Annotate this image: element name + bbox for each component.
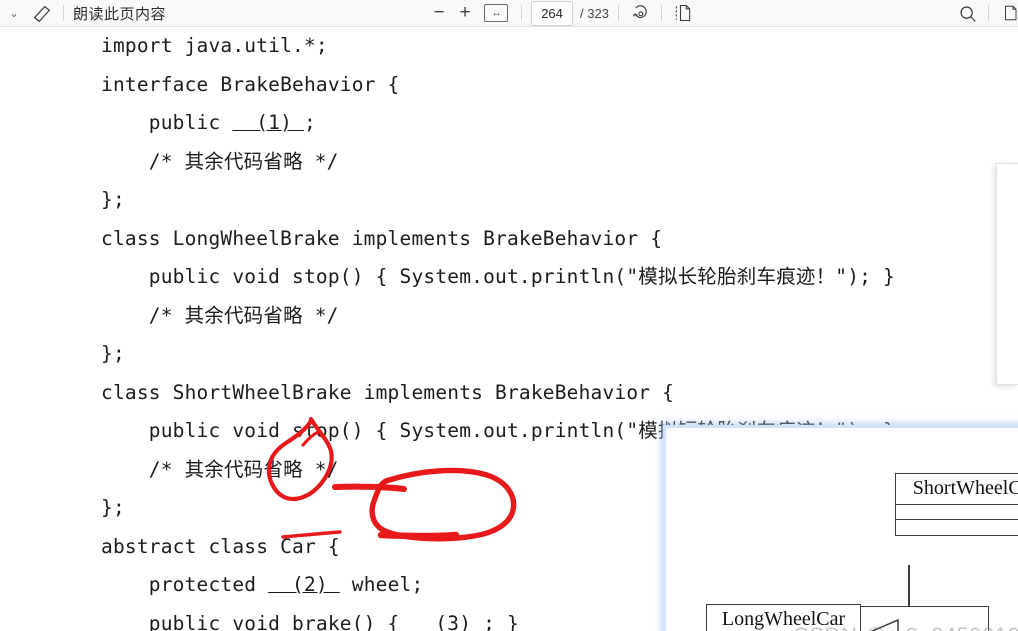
pen-highlighter-icon[interactable] [30,1,54,25]
code-line: /* 其余代码省略 */ [101,149,339,173]
code-line: class LongWheelBrake implements BrakeBeh… [101,226,663,250]
fit-width-icon: ↔ [484,4,509,22]
code-line: }; [101,188,125,211]
pdf-page: import java.util.*; interface BrakeBehavi… [0,27,1018,631]
chevron-down-icon[interactable]: ⌄ [0,1,24,25]
rotate-icon[interactable] [628,1,652,25]
uml-class-diagram: ShortWheelCar Car LongWheelCar [663,425,1018,631]
toolbar-divider [63,5,64,21]
code-line: /* 其余代码省略 */ [101,303,339,327]
code-blank-1: (1) [232,111,304,134]
page-view-icon[interactable] [671,1,695,25]
fit-to-width-button[interactable]: ↔ [484,1,509,25]
code-line: import java.util.*; [101,34,328,57]
uml-class-shortwheelcar: ShortWheelCar [895,473,1018,536]
toolbar-divider-3 [617,5,619,21]
toolbar-divider-4 [660,5,662,21]
csdn-watermark: CSDN @m0_24590105 16 [793,623,1018,631]
zoom-out-button[interactable]: − [426,1,452,25]
zoom-in-button[interactable]: + [452,1,478,25]
side-tool-panel[interactable] [996,163,1018,385]
pdf-viewer-toolbar: ⌄ 朗读此页内容 − + ↔ / 323 [0,0,1018,27]
search-icon[interactable] [955,1,979,25]
zoom-controls: − + ↔ [426,0,509,27]
uml-methods-compartment [896,520,1018,535]
code-blank-2: (2) [268,573,340,596]
code-line: interface BrakeBehavior { [101,72,400,96]
uml-class-title: ShortWheelCar [896,474,1018,505]
page-number-input[interactable] [531,0,574,26]
code-line: }; [101,342,125,365]
uml-generalization-line-vertical [908,565,910,612]
side-panel-content [997,164,1018,170]
page-total-label: / 323 [580,5,609,21]
toolbar-divider-5 [988,5,989,21]
code-line: public (1) ; [101,111,316,134]
read-aloud-label[interactable]: 朗读此页内容 [73,3,166,24]
code-blank-3: (3) [411,611,484,631]
code-line: public void stop() { System.out.println(… [101,265,895,288]
uml-attributes-compartment [896,505,1018,520]
code-line: class ShortWheelBrake implements BrakeBe… [101,380,675,404]
toolbar-divider-2 [521,5,523,21]
more-tools-icon[interactable] [998,1,1018,25]
